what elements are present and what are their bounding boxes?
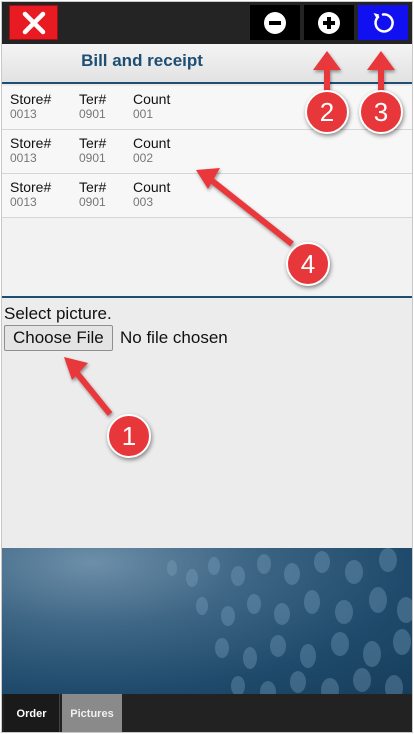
terminal-value: 0901 [79,195,106,209]
store-value: 0013 [10,151,37,165]
store-cell: Store# 0013 [10,135,51,165]
page-title: Bill and receipt [81,51,203,70]
terminal-cell: Ter# 0901 [79,91,106,121]
count-cell: Count 001 [133,91,170,121]
count-label: Count [133,135,171,151]
zoom-out-button[interactable] [250,5,300,40]
store-value: 0013 [10,107,37,121]
terminal-value: 0901 [79,107,106,121]
store-label: Store# [10,179,52,195]
tab-pictures[interactable]: Pictures [62,694,122,732]
tab-order[interactable]: Order [4,694,60,732]
store-label: Store# [10,91,52,107]
refresh-button[interactable] [358,5,408,40]
list-item[interactable]: Store# 0013 Ter# 0901 Count 001 [2,86,412,130]
annotation-badge-4: 4 [286,242,330,286]
select-picture-label: Select picture. [4,304,112,323]
refresh-icon [373,12,394,33]
terminal-label: Ter# [79,91,107,107]
count-value: 003 [133,195,154,209]
count-value: 001 [133,107,154,121]
list-item[interactable]: Store# 0013 Ter# 0901 Count 003 [2,174,412,218]
terminal-label: Ter# [79,179,107,195]
terminal-value: 0901 [79,151,106,165]
plus-circle-icon [318,11,340,34]
terminal-label: Ter# [79,135,107,151]
choose-file-button[interactable]: Choose File [4,325,113,351]
close-button[interactable] [9,5,58,40]
store-cell: Store# 0013 [10,179,51,209]
annotation-badge-2: 2 [305,90,349,134]
terminal-cell: Ter# 0901 [79,179,106,209]
page-header: Bill and receipt [2,44,412,84]
list-item[interactable]: Store# 0013 Ter# 0901 Count 002 [2,130,412,174]
count-label: Count [133,179,171,195]
minus-circle-icon [264,11,286,34]
terminal-cell: Ter# 0901 [79,135,106,165]
annotation-badge-1: 1 [107,414,151,458]
receipt-list[interactable]: Store# 0013 Ter# 0901 Count 001 Store# 0… [2,86,412,298]
dot-pattern-graphic [167,548,412,694]
top-toolbar [2,2,412,44]
count-value: 002 [133,151,154,165]
bottom-tab-bar: Order Pictures [2,694,412,732]
annotation-badge-3: 3 [359,90,403,134]
app-frame: Bill and receipt Store# 0013 Ter# 0901 C… [1,1,413,733]
count-cell: Count 002 [133,135,170,165]
decorative-background [2,548,412,694]
count-label: Count [133,91,171,107]
store-cell: Store# 0013 [10,91,51,121]
file-status-text: No file chosen [120,328,228,347]
count-cell: Count 003 [133,179,170,209]
picture-section: Select picture. Choose File No file chos… [2,300,412,548]
store-value: 0013 [10,195,37,209]
add-button[interactable] [304,5,354,40]
close-icon [22,11,45,34]
store-label: Store# [10,135,52,151]
